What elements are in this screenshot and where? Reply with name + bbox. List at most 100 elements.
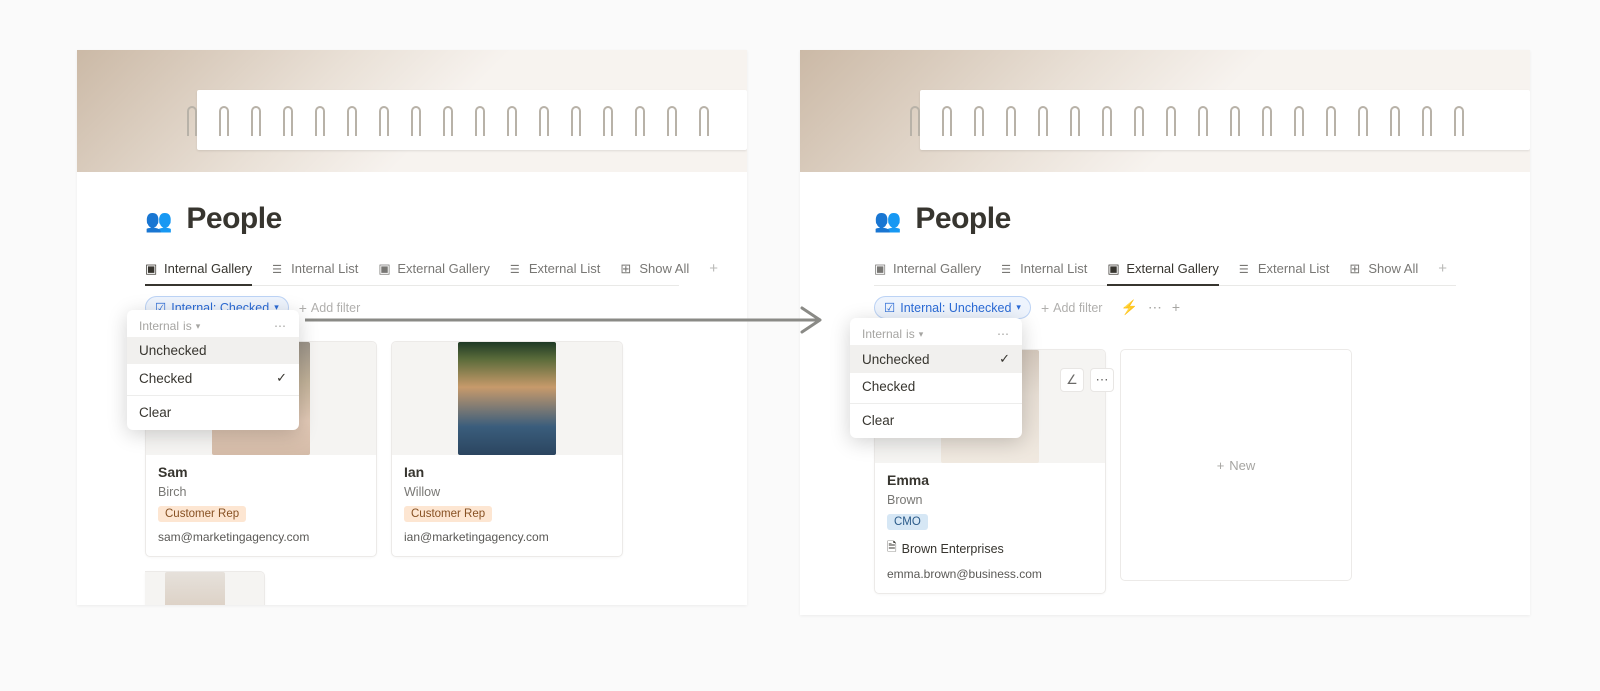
card-image	[145, 572, 264, 605]
more-icon: ⋯	[1096, 372, 1109, 388]
filter-label: Internal: Unchecked	[900, 301, 1011, 315]
card-first-name: Emma	[887, 472, 1093, 488]
option-label: Unchecked	[139, 343, 207, 358]
tab-external-list[interactable]: External List	[510, 255, 601, 286]
tab-external-list[interactable]: External List	[1239, 255, 1330, 286]
view-tabs: Internal Gallery Internal List External …	[145, 254, 679, 286]
checkmark-icon: ✓	[276, 370, 287, 386]
separator	[850, 403, 1022, 404]
card-toolbar: ∠ ⋯	[1060, 368, 1114, 392]
role-tag: Customer Rep	[158, 506, 246, 522]
card-first-name: Ian	[404, 464, 610, 480]
view-tabs: Internal Gallery Internal List External …	[874, 254, 1456, 286]
tab-internal-list[interactable]: Internal List	[1001, 255, 1087, 286]
tab-label: Show All	[1368, 261, 1418, 276]
gallery-icon	[145, 261, 159, 275]
filter-popover: Internal is ▾ ⋯ Unchecked Checked ✓ Clea…	[127, 310, 299, 430]
card-last-name: Birch	[158, 485, 364, 499]
tab-external-gallery[interactable]: External Gallery	[378, 255, 489, 286]
filter-property-name: Internal	[862, 327, 902, 341]
tab-label: Show All	[639, 261, 689, 276]
person-card[interactable]: Tracy Hazel Customer Rep tracy@marketing…	[145, 571, 265, 605]
plus-icon: +	[1217, 458, 1225, 473]
tab-label: Internal Gallery	[164, 261, 252, 276]
filter-popover: Internal is ▾ ⋯ Unchecked ✓ Checked Clea…	[850, 318, 1022, 438]
gallery-icon	[874, 261, 888, 275]
add-filter-label: Add filter	[311, 301, 360, 315]
list-icon	[1239, 261, 1253, 275]
tab-show-all[interactable]: Show All	[620, 255, 689, 286]
new-label: New	[1229, 458, 1255, 473]
cover-banner	[800, 50, 1530, 172]
role-tag: CMO	[887, 514, 928, 530]
more-icon[interactable]: ⋯	[1148, 299, 1162, 316]
role-tag: Customer Rep	[404, 506, 492, 522]
list-icon	[1001, 261, 1015, 275]
add-view-button[interactable]: +	[709, 254, 718, 285]
add-filter-button[interactable]: + Add filter	[299, 300, 361, 316]
card-image	[392, 342, 622, 455]
tab-label: External List	[1258, 261, 1330, 276]
tab-label: Internal Gallery	[893, 261, 981, 276]
filter-clear[interactable]: Clear	[127, 399, 299, 426]
person-card[interactable]: Ian Willow Customer Rep ian@marketingage…	[391, 341, 623, 557]
list-icon	[272, 261, 286, 275]
add-view-button[interactable]: +	[1438, 254, 1447, 285]
plus-icon: +	[299, 300, 307, 316]
tab-internal-gallery[interactable]: Internal Gallery	[874, 255, 981, 286]
page-title: People	[186, 202, 281, 236]
card-email: ian@marketingagency.com	[404, 530, 610, 544]
tab-external-gallery[interactable]: External Gallery	[1107, 255, 1218, 286]
filter-option-checked[interactable]: Checked	[850, 373, 1022, 400]
tab-internal-gallery[interactable]: Internal Gallery	[145, 255, 252, 286]
more-icon[interactable]: ⋯	[274, 319, 287, 333]
people-icon: 👥	[145, 208, 172, 234]
tab-internal-list[interactable]: Internal List	[272, 255, 358, 286]
chevron-down-icon: ▾	[919, 329, 924, 340]
list-icon	[510, 261, 524, 275]
tab-label: External Gallery	[1126, 261, 1218, 276]
separator	[127, 395, 299, 396]
filter-clear[interactable]: Clear	[850, 407, 1022, 434]
filter-option-unchecked[interactable]: Unchecked	[127, 337, 299, 364]
card-email: emma.brown@business.com	[887, 567, 1093, 581]
filter-option-checked[interactable]: Checked ✓	[127, 364, 299, 392]
more-button[interactable]: ⋯	[1090, 368, 1114, 392]
tab-label: External List	[529, 261, 601, 276]
checkbox-icon: ☑	[884, 300, 895, 315]
cover-banner	[77, 50, 747, 172]
people-icon: 👥	[874, 208, 901, 234]
avatar	[458, 342, 556, 455]
table-icon	[1349, 261, 1363, 275]
table-icon	[620, 261, 634, 275]
document-icon	[887, 538, 897, 559]
new-card-button[interactable]: + New	[1120, 349, 1352, 581]
filter-condition[interactable]: is	[183, 319, 192, 333]
filter-option-unchecked[interactable]: Unchecked ✓	[850, 345, 1022, 373]
option-label: Checked	[139, 371, 192, 386]
company-link[interactable]: Brown Enterprises	[902, 542, 1004, 556]
edit-button[interactable]: ∠	[1060, 368, 1084, 392]
page-title: People	[915, 202, 1010, 236]
clear-label: Clear	[139, 405, 171, 420]
card-last-name: Willow	[404, 485, 610, 499]
add-filter-button[interactable]: + Add filter	[1041, 300, 1103, 316]
filter-property-name: Internal	[139, 319, 179, 333]
tab-show-all[interactable]: Show All	[1349, 255, 1418, 286]
left-state-panel: 👥 People Internal Gallery Internal List …	[77, 50, 747, 605]
lightning-icon[interactable]: ⚡	[1120, 299, 1137, 316]
clear-label: Clear	[862, 413, 894, 428]
card-email: sam@marketingagency.com	[158, 530, 364, 544]
filter-condition[interactable]: is	[906, 327, 915, 341]
pencil-icon: ∠	[1066, 372, 1078, 388]
checkmark-icon: ✓	[999, 351, 1010, 367]
chevron-down-icon: ▾	[1016, 302, 1021, 313]
tab-label: Internal List	[1020, 261, 1087, 276]
more-icon[interactable]: ⋯	[997, 327, 1010, 341]
filter-pill-internal[interactable]: ☑ Internal: Unchecked ▾	[874, 296, 1031, 319]
tab-label: External Gallery	[397, 261, 489, 276]
avatar	[165, 572, 225, 605]
plus-icon[interactable]: +	[1172, 299, 1180, 316]
option-label: Checked	[862, 379, 915, 394]
tab-label: Internal List	[291, 261, 358, 276]
